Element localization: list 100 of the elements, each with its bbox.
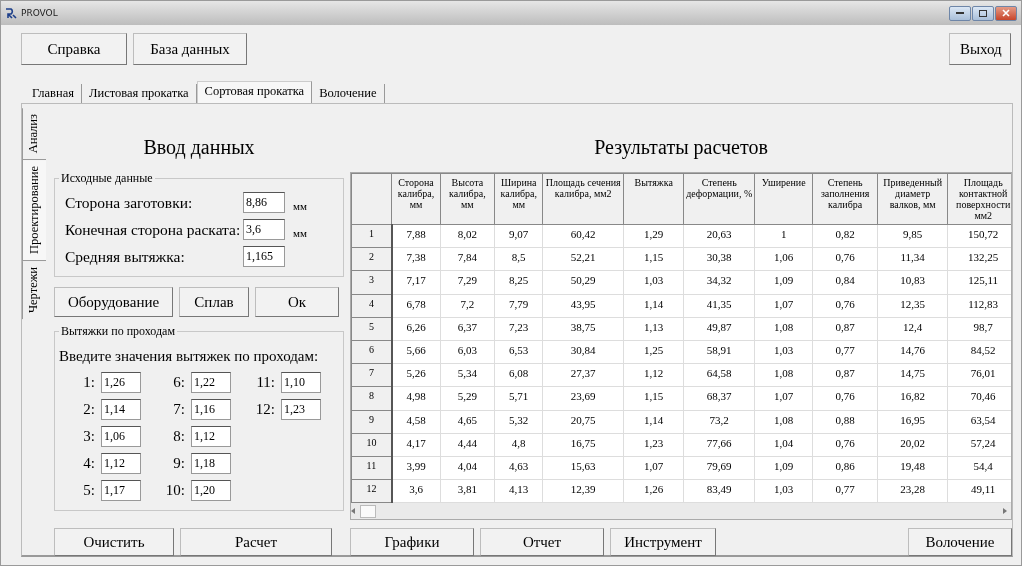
deformation-cell: 41,35: [683, 294, 755, 318]
side-cell: 6,78: [391, 294, 441, 318]
side-cell: 7,88: [391, 224, 441, 248]
tab[interactable]: Сортовая прокатка: [196, 81, 313, 103]
equipment-button[interactable]: Оборудование: [54, 287, 173, 317]
deformation-cell: 83,49: [683, 479, 755, 503]
deformation-cell: 34,32: [683, 270, 755, 295]
scroll-right-icon[interactable]: [1002, 508, 1007, 515]
alloy-button[interactable]: Сплав: [179, 287, 249, 317]
minimize-icon: [956, 11, 964, 15]
drawing-button[interactable]: Волочение: [908, 528, 1012, 557]
spread-cell: 1,03: [754, 340, 813, 364]
row-header: 10: [351, 433, 392, 457]
height-cell: 5,34: [440, 363, 495, 387]
spread-cell: 1,08: [754, 363, 813, 387]
tab[interactable]: Главная: [25, 84, 82, 103]
diameter-cell: 10,83: [877, 270, 948, 295]
input-field[interactable]: 8,86: [243, 192, 285, 213]
fill-cell: 0,87: [812, 363, 878, 387]
area-cell: 15,63: [542, 456, 624, 480]
width-cell: 7,23: [494, 317, 543, 341]
input-field[interactable]: 1,12: [191, 426, 231, 447]
diameter-cell: 16,95: [877, 410, 948, 434]
input-field[interactable]: 1,22: [191, 372, 231, 393]
area-cell: 23,69: [542, 386, 624, 410]
width-cell: 5,32: [494, 410, 543, 434]
elongation-cell: 1,12: [623, 363, 684, 387]
pass-label: 12:: [254, 401, 275, 418]
section-heading: Результаты расчетов: [593, 135, 769, 161]
pass-label: 5:: [82, 482, 95, 499]
column-header: Вытяжка: [623, 173, 684, 225]
width-cell: 4,13: [494, 479, 543, 503]
minimize-button[interactable]: [949, 5, 971, 21]
fill-cell: 0,77: [812, 479, 878, 503]
pass-label: 3:: [82, 428, 95, 445]
input-field[interactable]: 1,14: [101, 399, 141, 420]
column-header: Степень деформации, %: [683, 173, 755, 225]
fill-cell: 0,82: [812, 224, 878, 248]
spread-cell: 1,03: [754, 479, 813, 503]
row-header: 2: [351, 247, 392, 271]
input-field[interactable]: 1,26: [101, 372, 141, 393]
elongation-cell: 1,26: [623, 479, 684, 503]
charts-button[interactable]: Графики: [350, 528, 474, 557]
fill-cell: 0,76: [812, 386, 878, 410]
elongation-cell: 1,23: [623, 433, 684, 457]
scroll-left-icon[interactable]: [351, 508, 356, 515]
help-button[interactable]: Справка: [21, 33, 127, 65]
deformation-cell: 30,38: [683, 247, 755, 271]
input-field[interactable]: 1,165: [243, 246, 285, 267]
diameter-cell: 12,4: [877, 317, 948, 341]
input-field[interactable]: 1,18: [191, 453, 231, 474]
area-cell: 52,21: [542, 247, 624, 271]
row-header: 4: [351, 294, 392, 318]
group-title: Вытяжки по проходам: [59, 324, 177, 339]
row-header: 5: [351, 317, 392, 341]
input-field[interactable]: 1,10: [281, 372, 321, 393]
deformation-cell: 64,58: [683, 363, 755, 387]
deformation-cell: 58,91: [683, 340, 755, 364]
field-label: Средняя вытяжка:: [65, 247, 186, 266]
elongation-cell: 1,14: [623, 294, 684, 318]
ok-button[interactable]: Ок: [255, 287, 339, 317]
input-field[interactable]: 1,20: [191, 480, 231, 501]
width-cell: 5,71: [494, 386, 543, 410]
side-tab[interactable]: Проектирование: [22, 159, 46, 262]
side-cell: 5,26: [391, 363, 441, 387]
report-button[interactable]: Отчет: [480, 528, 604, 557]
fill-cell: 0,86: [812, 456, 878, 480]
input-field[interactable]: 1,17: [101, 480, 141, 501]
elongation-cell: 1,29: [623, 224, 684, 248]
clear-button[interactable]: Очистить: [54, 528, 174, 557]
height-cell: 4,65: [440, 410, 495, 434]
column-header: Приведенный диаметр валков, мм: [877, 173, 948, 225]
input-field[interactable]: 1,12: [101, 453, 141, 474]
input-field[interactable]: 1,06: [101, 426, 141, 447]
database-button[interactable]: База данных: [133, 33, 247, 65]
input-field[interactable]: 1,16: [191, 399, 231, 420]
close-button[interactable]: [995, 5, 1017, 21]
scroll-thumb[interactable]: [360, 504, 376, 518]
area-cell: 38,75: [542, 317, 624, 341]
deformation-cell: 49,87: [683, 317, 755, 341]
height-cell: 8,02: [440, 224, 495, 248]
group-title: Исходные данные: [59, 171, 155, 186]
fill-cell: 0,88: [812, 410, 878, 434]
side-tab[interactable]: Чертежи: [22, 261, 43, 320]
fill-cell: 0,76: [812, 247, 878, 271]
side-tab[interactable]: Анализ: [22, 108, 43, 160]
input-field[interactable]: 3,6: [243, 219, 285, 240]
exit-button[interactable]: Выход: [949, 33, 1011, 65]
diameter-cell: 9,85: [877, 224, 948, 248]
side-cell: 5,66: [391, 340, 441, 364]
width-cell: 8,25: [494, 270, 543, 295]
calculate-button[interactable]: Расчет: [180, 528, 332, 557]
tab[interactable]: Волочение: [312, 84, 385, 103]
input-field[interactable]: 1,23: [281, 399, 321, 420]
tab[interactable]: Листовая прокатка: [81, 84, 197, 103]
height-cell: 6,37: [440, 317, 495, 341]
row-header: 12: [351, 479, 392, 503]
tool-button[interactable]: Инструмент: [610, 528, 716, 557]
maximize-button[interactable]: [972, 5, 994, 21]
height-cell: 7,2: [440, 294, 495, 318]
